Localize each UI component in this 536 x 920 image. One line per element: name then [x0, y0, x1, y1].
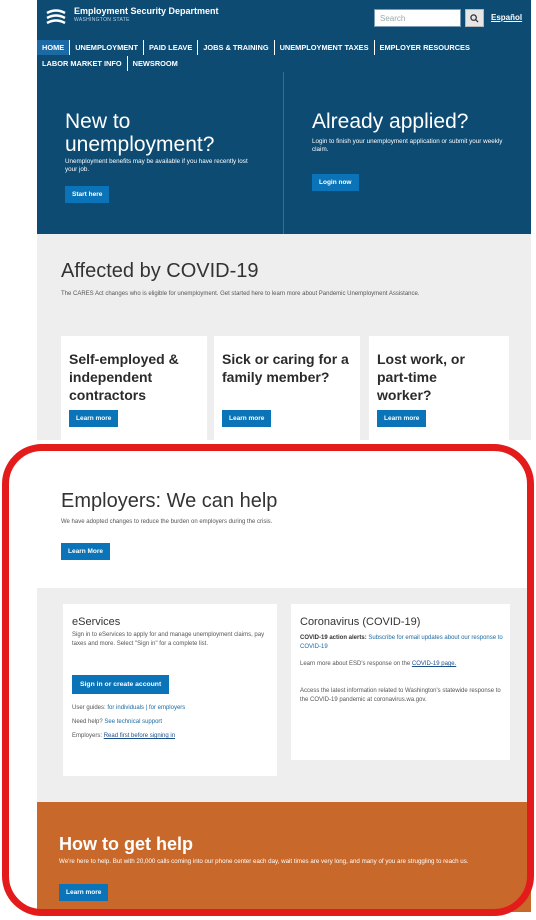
sign-in-button[interactable]: Sign in or create account [72, 675, 170, 694]
employers-section: Employers: We can help We have adopted c… [37, 440, 531, 588]
main-nav: HOME UNEMPLOYMENT PAID LEAVE JOBS & TRAI… [37, 38, 531, 72]
nav-home[interactable]: HOME [37, 40, 71, 55]
covid-section: Affected by COVID-19 The CARES Act chang… [37, 234, 531, 440]
employers-title: Employers: We can help [61, 490, 278, 512]
help-title: How to get help [59, 834, 193, 854]
hero-new-text: Unemployment benefits may be available i… [65, 158, 248, 173]
hero-applied-panel: Already applied? Login to finish your un… [284, 72, 531, 234]
employers-line: Employers: Read first before signing in [72, 732, 175, 741]
user-guides-label: User guides: [72, 705, 106, 711]
eservices-title: eServices [72, 616, 121, 628]
covid-title: Affected by COVID-19 [61, 260, 259, 282]
read-first-link[interactable]: Read first before signing in [104, 733, 175, 739]
hero-new-title: New to unemployment? [65, 110, 215, 156]
nav-unemployment[interactable]: UNEMPLOYMENT [70, 40, 145, 55]
card-self-employed[interactable]: Self-employed & independent contractors … [61, 336, 207, 440]
covid-more-line: Learn more about ESD's response on the C… [300, 660, 504, 669]
guides-employers-link[interactable]: for employers [149, 705, 185, 711]
hero: New to unemployment? Unemployment benefi… [37, 72, 531, 234]
nav-labor-market-info[interactable]: LABOR MARKET INFO [37, 56, 128, 71]
covid-latest-text: Access the latest information related to… [300, 688, 501, 703]
technical-support-link[interactable]: See technical support [104, 719, 162, 725]
nav-employer-resources[interactable]: EMPLOYER RESOURCES [375, 40, 475, 55]
site-header: Employment Security Department WASHINGTO… [37, 0, 531, 38]
learn-more-button[interactable]: Learn more [377, 410, 427, 427]
eservices-card: eServices Sign in to eServices to apply … [63, 604, 277, 776]
services-section: eServices Sign in to eServices to apply … [37, 588, 531, 802]
language-link[interactable]: Español [491, 13, 522, 22]
need-help-line: Need help? See technical support [72, 718, 162, 727]
site-title[interactable]: Employment Security Department [74, 6, 219, 16]
page: Employment Security Department WASHINGTO… [37, 0, 531, 920]
search-icon [470, 13, 479, 23]
card-title: Sick or caring for a family member? [222, 351, 349, 385]
help-learn-more-button[interactable]: Learn more [59, 884, 109, 901]
covid-text: The CARES Act changes who is eligible fo… [61, 291, 420, 297]
login-now-button[interactable]: Login now [312, 174, 359, 191]
esd-logo-icon[interactable] [45, 8, 67, 26]
hero-new-panel: New to unemployment? Unemployment benefi… [37, 72, 284, 234]
hero-applied-title: Already applied? [312, 110, 469, 133]
card-sick-caring[interactable]: Sick or caring for a family member? Lear… [214, 336, 360, 440]
covid-alerts-label: COVID-19 action alerts: [300, 635, 367, 641]
coronavirus-title: Coronavirus (COVID-19) [300, 616, 421, 628]
card-lost-work[interactable]: Lost work, or part-time worker? Learn mo… [369, 336, 509, 440]
search-button[interactable] [465, 9, 484, 27]
help-text: We're here to help. But with 20,000 call… [59, 858, 469, 865]
learn-more-button[interactable]: Learn more [69, 410, 119, 427]
guides-individuals-link[interactable]: for individuals [107, 705, 144, 711]
nav-jobs-training[interactable]: JOBS & TRAINING [198, 40, 275, 55]
start-here-button[interactable]: Start here [65, 186, 110, 203]
employers-learn-more-button[interactable]: Learn More [61, 543, 111, 560]
covid-more-text: Learn more about ESD's response on the [300, 661, 411, 667]
nav-newsroom[interactable]: NEWSROOM [128, 56, 183, 71]
site-subtitle: WASHINGTON STATE [74, 17, 130, 23]
covid-page-link[interactable]: COVID-19 page. [412, 661, 456, 667]
help-section: How to get help We're here to help. But … [37, 802, 531, 912]
eservices-text: Sign in to eServices to apply for and ma… [72, 632, 265, 647]
coronavirus-card: Coronavirus (COVID-19) COVID-19 action a… [291, 604, 510, 760]
hero-applied-text: Login to finish your unemployment applic… [312, 138, 503, 153]
nav-paid-leave[interactable]: PAID LEAVE [144, 40, 199, 55]
card-title: Lost work, or part-time worker? [377, 351, 465, 403]
need-help-label: Need help? [72, 719, 103, 725]
nav-unemployment-taxes[interactable]: UNEMPLOYMENT TAXES [275, 40, 375, 55]
employers-text: We have adopted changes to reduce the bu… [61, 519, 273, 525]
user-guides-line: User guides: for individuals | for emplo… [72, 705, 186, 711]
card-title: Self-employed & independent contractors [69, 351, 179, 403]
search-input[interactable]: Search [374, 9, 461, 27]
learn-more-button[interactable]: Learn more [222, 410, 272, 427]
covid-alerts-line: COVID-19 action alerts: Subscribe for em… [300, 634, 504, 651]
employers-label: Employers: [72, 733, 103, 739]
